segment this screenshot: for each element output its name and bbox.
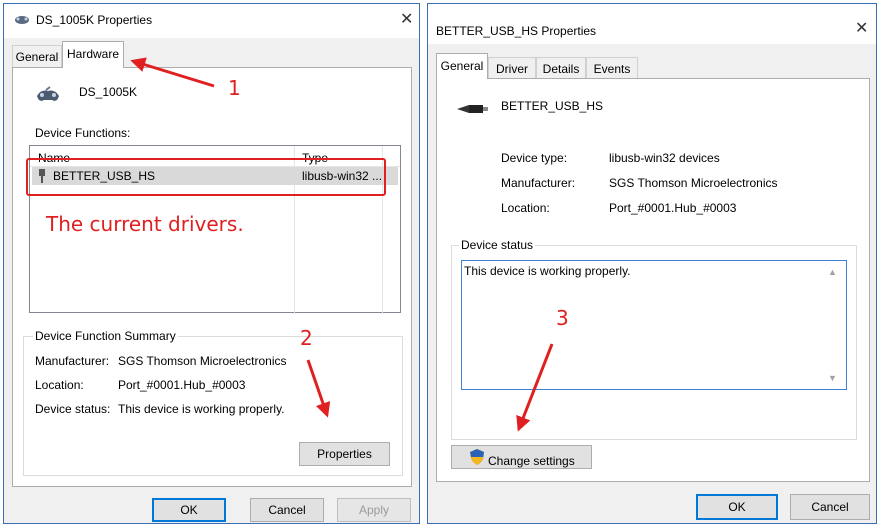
arrow-2	[306, 359, 331, 418]
tab-general[interactable]: General	[436, 53, 488, 79]
tab-hardware[interactable]: Hardware	[62, 41, 124, 68]
tab-hardware-label: Hardware	[66, 47, 120, 61]
arrow-1	[130, 57, 215, 88]
arrow-3	[516, 343, 554, 432]
tab-general-label: General	[440, 59, 484, 73]
